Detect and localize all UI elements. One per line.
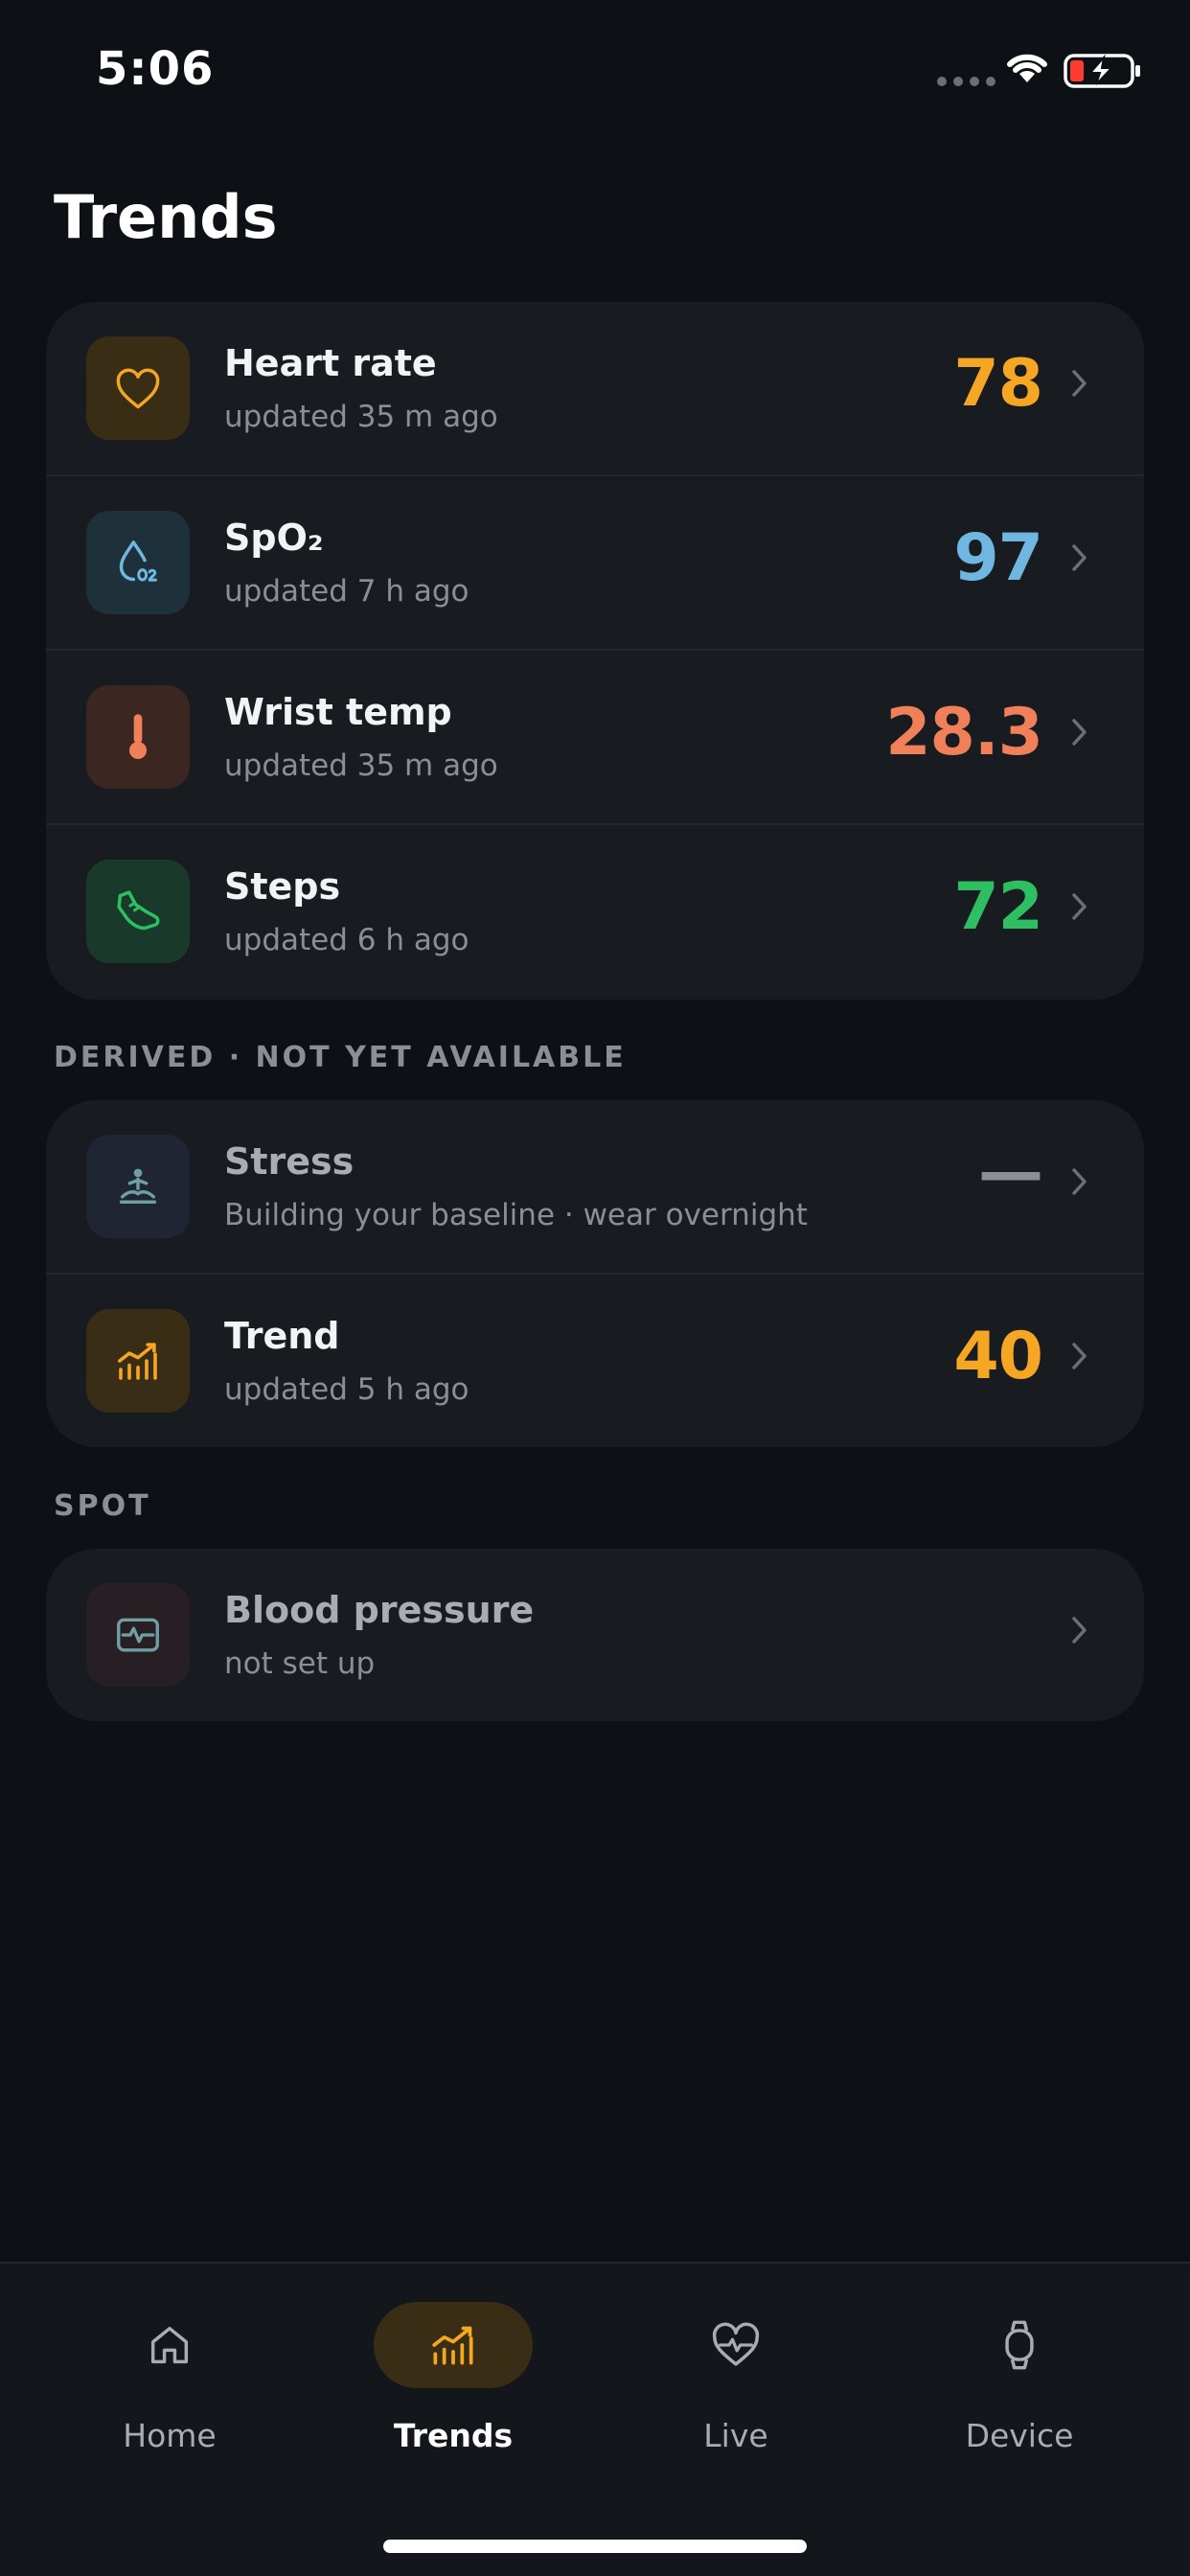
meditation-icon — [86, 1135, 190, 1238]
spot-subtitle: not set up — [224, 1646, 376, 1681]
chevron-right-icon — [1072, 1617, 1087, 1644]
cellular-signal-icon — [937, 77, 995, 86]
status-bar: 5:06 — [0, 0, 1190, 144]
section-label-spot: SPOT — [54, 1489, 151, 1523]
metric-updated: updated 35 m ago — [224, 400, 498, 434]
heart-icon — [86, 336, 190, 440]
chevron-right-icon — [1072, 1343, 1087, 1369]
metric-value: 78 — [953, 346, 1043, 422]
nav-label: Trends — [393, 2417, 514, 2454]
chevron-right-icon — [1072, 544, 1087, 571]
nav-home[interactable]: Home — [64, 2302, 275, 2474]
nav-label: Home — [123, 2417, 217, 2454]
metric-row-wrist-temp[interactable]: Wrist temp updated 35 m ago 28.3 — [46, 651, 1144, 825]
derived-subtitle: updated 5 h ago — [224, 1372, 469, 1407]
status-time: 5:06 — [96, 42, 215, 96]
thermometer-icon — [86, 685, 190, 789]
metric-value: 28.3 — [885, 695, 1043, 770]
blood-pressure-icon — [86, 1583, 190, 1687]
trend-chart-icon — [86, 1309, 190, 1413]
metric-title: Heart rate — [224, 342, 437, 384]
section-label-derived: DERIVED · NOT YET AVAILABLE — [54, 1041, 627, 1074]
nav-label: Device — [965, 2417, 1074, 2454]
home-icon — [90, 2302, 249, 2388]
metric-value: 72 — [953, 869, 1043, 945]
metric-title: Wrist temp — [224, 691, 452, 733]
page-title: Trends — [54, 182, 278, 252]
chevron-right-icon — [1072, 370, 1087, 397]
wifi-icon — [1007, 54, 1047, 82]
metric-value: 97 — [953, 520, 1043, 596]
metric-row-spo2[interactable]: SpO₂ updated 7 h ago 97 — [46, 476, 1144, 651]
trend-chart-icon — [374, 2302, 533, 2388]
derived-row-stress[interactable]: Stress Building your baseline · wear ove… — [46, 1100, 1144, 1275]
metric-value: 40 — [953, 1319, 1043, 1394]
watch-icon — [940, 2302, 1099, 2388]
derived-subtitle: Building your baseline · wear overnight — [224, 1198, 808, 1232]
nav-device[interactable]: Device — [914, 2302, 1125, 2474]
home-indicator — [383, 2540, 807, 2553]
derived-row-trend[interactable]: Trend updated 5 h ago 40 — [46, 1275, 1144, 1447]
metric-row-steps[interactable]: Steps updated 6 h ago 72 — [46, 825, 1144, 1000]
chevron-right-icon — [1072, 893, 1087, 920]
derived-title: Trend — [224, 1315, 340, 1357]
metric-title: SpO₂ — [224, 517, 324, 559]
metrics-card: Heart rate updated 35 m ago 78 SpO₂ upda… — [46, 302, 1144, 1000]
metric-row-heart-rate[interactable]: Heart rate updated 35 m ago 78 — [46, 302, 1144, 476]
metric-updated: updated 6 h ago — [224, 923, 469, 957]
nav-label: Live — [703, 2417, 768, 2454]
sneaker-icon — [86, 860, 190, 963]
nav-live[interactable]: Live — [630, 2302, 841, 2474]
heart-pulse-icon — [656, 2302, 815, 2388]
nav-trends[interactable]: Trends — [348, 2302, 559, 2474]
derived-title: Stress — [224, 1140, 355, 1183]
bottom-nav: Home Trends Live Device — [0, 2262, 1190, 2576]
chevron-right-icon — [1072, 719, 1087, 746]
battery-charging-icon — [1064, 54, 1140, 88]
metric-updated: updated 35 m ago — [224, 748, 498, 783]
metric-title: Steps — [224, 865, 341, 908]
water-drop-o2-icon — [86, 511, 190, 614]
spot-card: Blood pressure not set up — [46, 1549, 1144, 1721]
chevron-right-icon — [1072, 1168, 1087, 1195]
metric-updated: updated 7 h ago — [224, 574, 469, 609]
trends-screen: 5:06 Trends Heart rate updated 35 m ago … — [0, 0, 1190, 2576]
derived-card: Stress Building your baseline · wear ove… — [46, 1100, 1144, 1447]
metric-value-empty: — — [978, 1135, 1043, 1210]
spot-row-blood-pressure[interactable]: Blood pressure not set up — [46, 1549, 1144, 1721]
spot-title: Blood pressure — [224, 1589, 535, 1631]
